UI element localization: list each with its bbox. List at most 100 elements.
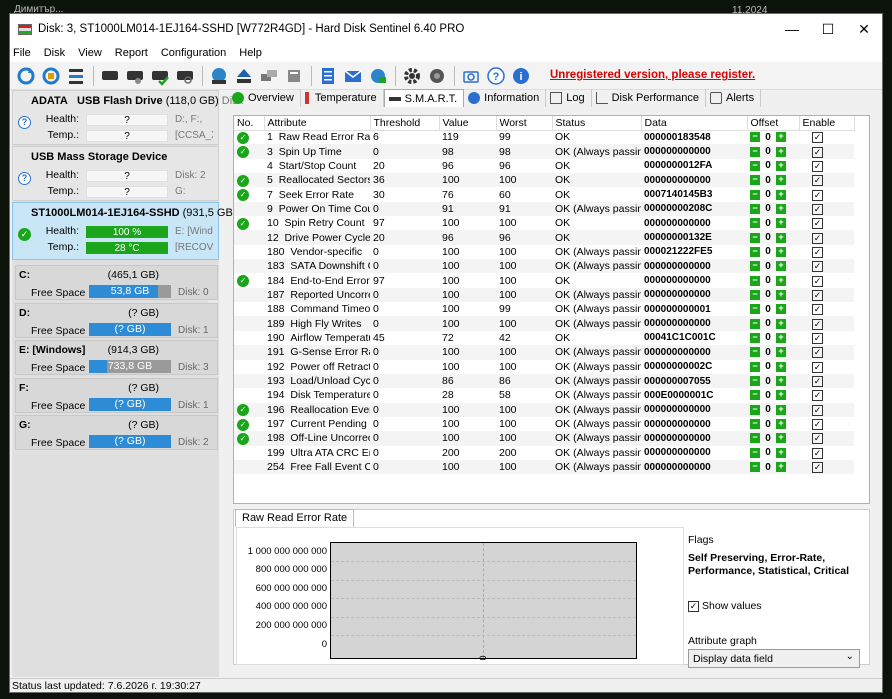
tab-smart[interactable]: S.M.A.R.T. bbox=[383, 89, 465, 107]
decrease-offset-button[interactable]: − bbox=[750, 232, 760, 243]
network-icon[interactable] bbox=[366, 64, 390, 88]
col-attribute[interactable]: Attribute bbox=[264, 116, 371, 131]
increase-offset-button[interactable]: + bbox=[776, 347, 786, 358]
tab-log[interactable]: Log bbox=[546, 89, 592, 107]
col-status[interactable]: Status bbox=[552, 116, 642, 131]
table-row[interactable]: 192 Power off Retract Cycle ...0100100OK… bbox=[234, 360, 854, 374]
decrease-offset-button[interactable]: − bbox=[750, 318, 760, 329]
col-offset[interactable]: Offset bbox=[747, 116, 800, 131]
enable-checkbox[interactable]: ✓ bbox=[812, 404, 823, 416]
increase-offset-button[interactable]: + bbox=[776, 318, 786, 329]
table-row[interactable]: 180 Vendor-specific 0 100 100 OK (Always pas… bbox=[234, 245, 854, 259]
decrease-offset-button[interactable]: − bbox=[750, 132, 760, 143]
increase-offset-button[interactable]: + bbox=[776, 132, 786, 143]
decrease-offset-button[interactable]: − bbox=[750, 203, 760, 214]
enable-checkbox[interactable]: ✓ bbox=[812, 390, 823, 402]
decrease-offset-button[interactable]: − bbox=[750, 361, 760, 372]
menu-view[interactable]: View bbox=[78, 47, 102, 59]
menu-report[interactable]: Report bbox=[115, 47, 148, 59]
tab-disk-performance[interactable]: Disk Performance bbox=[592, 89, 706, 107]
mail-icon[interactable] bbox=[341, 64, 365, 88]
refresh-icon[interactable] bbox=[14, 64, 38, 88]
camera-icon[interactable] bbox=[459, 64, 483, 88]
decrease-offset-button[interactable]: − bbox=[750, 390, 760, 401]
col-no[interactable]: No. bbox=[234, 116, 265, 131]
table-row[interactable]: ✓ 10 Spin Retry Count 97 100 100 OK 0000000000… bbox=[234, 216, 854, 230]
disk-icon[interactable] bbox=[98, 64, 122, 88]
decrease-offset-button[interactable]: − bbox=[750, 146, 760, 157]
gear-icon[interactable] bbox=[400, 64, 424, 88]
decrease-offset-button[interactable]: − bbox=[750, 404, 760, 415]
increase-offset-button[interactable]: + bbox=[776, 376, 786, 387]
tab-temperature[interactable]: Temperature bbox=[301, 89, 384, 107]
increase-offset-button[interactable]: + bbox=[776, 203, 786, 214]
table-row[interactable]: ✓ 7 Seek Error Rate 30 76 60 OK 0007140145B3 −0… bbox=[234, 187, 854, 202]
increase-offset-button[interactable]: + bbox=[776, 332, 786, 343]
enable-checkbox[interactable]: ✓ bbox=[812, 462, 823, 474]
increase-offset-button[interactable]: + bbox=[776, 275, 786, 286]
table-row[interactable]: 191 G-Sense Error Rate0100100OK (Always … bbox=[234, 345, 854, 360]
volume-g[interactable]: G: (? GB) Free Space (? GB) Disk: 2 bbox=[15, 415, 218, 450]
decrease-offset-button[interactable]: − bbox=[750, 433, 760, 444]
decrease-offset-button[interactable]: − bbox=[750, 376, 760, 387]
enable-checkbox[interactable]: ✓ bbox=[812, 132, 823, 144]
decrease-offset-button[interactable]: − bbox=[750, 175, 760, 186]
increase-offset-button[interactable]: + bbox=[776, 419, 786, 430]
tab-overview[interactable]: Overview bbox=[228, 89, 301, 107]
decrease-offset-button[interactable]: − bbox=[750, 304, 760, 315]
report-icon[interactable] bbox=[316, 64, 340, 88]
table-row[interactable]: ✓3 Spin Up Time09898OK (Always passing)0… bbox=[234, 144, 854, 159]
minimize-button[interactable]: — bbox=[774, 14, 810, 44]
info-icon[interactable]: i bbox=[509, 64, 533, 88]
table-row[interactable]: 9 Power On Time Count09191OK (Always pas… bbox=[234, 201, 854, 217]
col-data[interactable]: Data bbox=[641, 116, 748, 131]
close-button[interactable]: ✕ bbox=[846, 14, 882, 44]
enable-checkbox[interactable]: ✓ bbox=[812, 289, 823, 301]
enable-checkbox[interactable]: ✓ bbox=[812, 304, 823, 316]
decrease-offset-button[interactable]: − bbox=[750, 419, 760, 430]
col-enable[interactable]: Enable bbox=[799, 116, 855, 131]
decrease-offset-button[interactable]: − bbox=[750, 218, 760, 229]
decrease-offset-button[interactable]: − bbox=[750, 189, 760, 200]
enable-checkbox[interactable]: ✓ bbox=[812, 175, 823, 187]
increase-offset-button[interactable]: + bbox=[776, 361, 786, 372]
increase-offset-button[interactable]: + bbox=[776, 433, 786, 444]
enable-checkbox[interactable]: ✓ bbox=[812, 261, 823, 273]
enable-checkbox[interactable]: ✓ bbox=[812, 246, 823, 258]
decrease-offset-button[interactable]: − bbox=[750, 462, 760, 473]
enable-checkbox[interactable]: ✓ bbox=[812, 275, 823, 287]
decrease-offset-button[interactable]: − bbox=[750, 332, 760, 343]
increase-offset-button[interactable]: + bbox=[776, 146, 786, 157]
disk-test-icon[interactable] bbox=[123, 64, 147, 88]
increase-offset-button[interactable]: + bbox=[776, 289, 786, 300]
decrease-offset-button[interactable]: − bbox=[750, 160, 760, 171]
enable-checkbox[interactable]: ✓ bbox=[812, 419, 823, 431]
enable-checkbox[interactable]: ✓ bbox=[812, 189, 823, 201]
disk-check-icon[interactable] bbox=[148, 64, 172, 88]
volume-d[interactable]: D: (? GB) Free Space (? GB) Disk: 1 bbox=[15, 303, 218, 338]
enable-checkbox[interactable]: ✓ bbox=[812, 361, 823, 373]
col-value[interactable]: Value bbox=[439, 116, 497, 131]
menu-disk[interactable]: Disk bbox=[44, 47, 65, 59]
increase-offset-button[interactable]: + bbox=[776, 175, 786, 186]
volume-e[interactable]: E: [Windows] (914,3 GB) Free Space 733,8… bbox=[15, 340, 218, 375]
tab-information[interactable]: Information bbox=[464, 89, 547, 107]
device-st1000lm014-selected[interactable]: ST1000LM014-1EJ164-SSHD (931,5 GB) ✓ Hea… bbox=[12, 202, 236, 260]
table-row[interactable]: 193 Load/Unload Cycle Cou...08686OK (Alw… bbox=[234, 373, 854, 389]
sound-icon[interactable] bbox=[425, 64, 449, 88]
refresh-all-icon[interactable] bbox=[39, 64, 63, 88]
globe-disk-icon[interactable] bbox=[207, 64, 231, 88]
eject-icon[interactable] bbox=[232, 64, 256, 88]
register-link[interactable]: Unregistered version, please register. bbox=[550, 69, 755, 81]
increase-offset-button[interactable]: + bbox=[776, 218, 786, 229]
table-row[interactable]: 254 Free Fall Event Count0100100OK (Alwa… bbox=[234, 459, 854, 475]
device-usb-mass-storage[interactable]: USB Mass Storage Device ? Health: ? Disk… bbox=[12, 146, 219, 201]
volume-c[interactable]: C: (465,1 GB) Free Space 53,8 GB Disk: 0 bbox=[15, 265, 218, 300]
enable-checkbox[interactable]: ✓ bbox=[812, 146, 823, 158]
table-row[interactable]: ✓184 End-to-End Error Count97100100OK000… bbox=[234, 273, 854, 288]
enable-checkbox[interactable]: ✓ bbox=[812, 203, 823, 215]
enable-checkbox[interactable]: ✓ bbox=[812, 376, 823, 388]
decrease-offset-button[interactable]: − bbox=[750, 347, 760, 358]
enable-checkbox[interactable]: ✓ bbox=[812, 218, 823, 230]
decrease-offset-button[interactable]: − bbox=[750, 447, 760, 458]
